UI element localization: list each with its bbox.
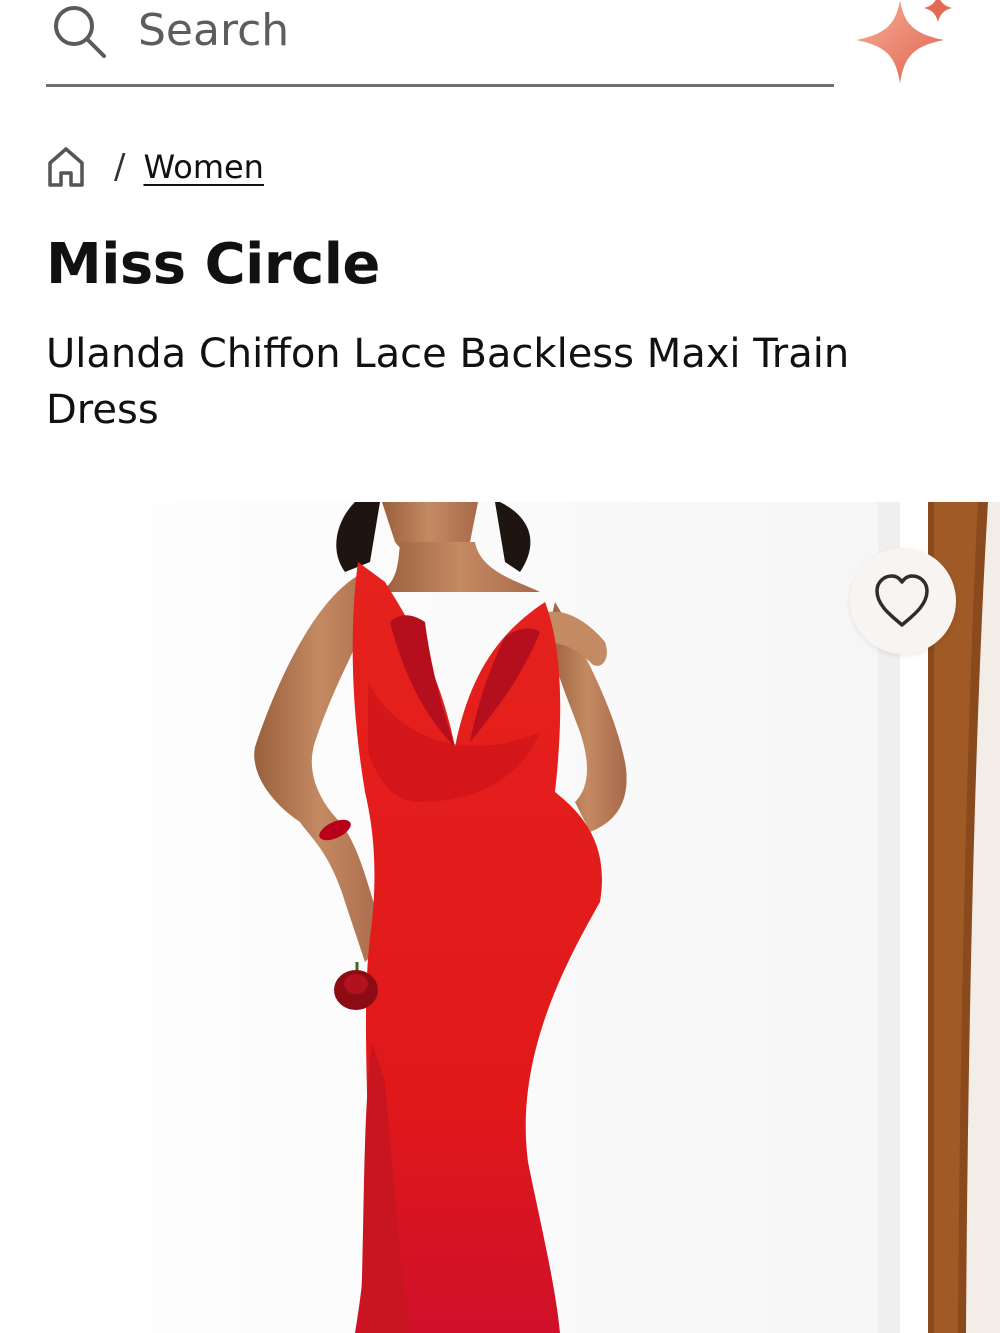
wishlist-button[interactable] (850, 548, 956, 654)
sparkle-icon[interactable] (852, 0, 962, 86)
heart-icon (875, 574, 929, 627)
breadcrumb: / Women (46, 142, 264, 192)
home-icon[interactable] (46, 145, 86, 189)
product-image-gallery[interactable] (0, 502, 1000, 1333)
breadcrumb-separator: / (114, 147, 126, 187)
product-title: Ulanda Chiffon Lace Backless Maxi Train … (46, 331, 850, 433)
search-input[interactable] (138, 2, 778, 58)
brand-name: Miss Circle (46, 232, 380, 297)
search-icon[interactable] (50, 2, 106, 58)
search-bar[interactable] (46, 0, 834, 87)
breadcrumb-link-women[interactable]: Women (143, 148, 263, 186)
product-photo[interactable] (0, 502, 900, 1333)
